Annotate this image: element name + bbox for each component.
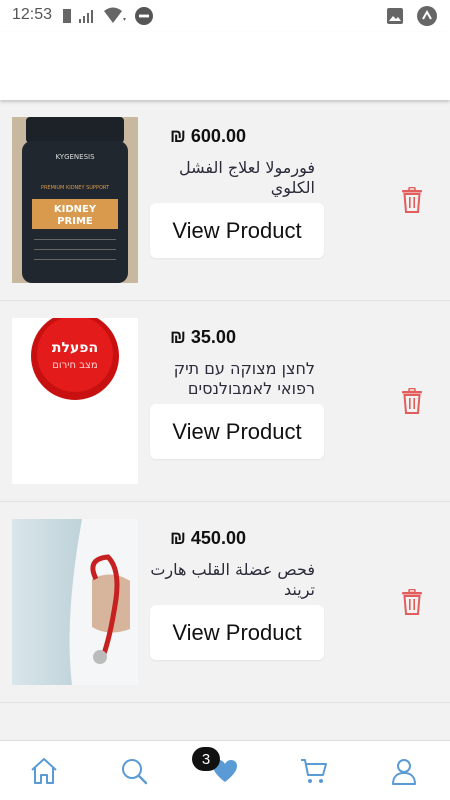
image-notification-icon (387, 8, 403, 24)
bottle-name-line1: KIDNEY (54, 204, 97, 215)
nav-home[interactable] (28, 755, 60, 787)
product-title: فورمولا لعلاج الفشل الكلوي (178, 158, 315, 197)
trash-icon[interactable] (401, 589, 423, 615)
product-image[interactable]: הפעלת מצב חירום (12, 318, 138, 484)
favorites-list[interactable]: KYGENESIS PREMIUM KIDNEY SUPPORT KIDNEY … (0, 100, 450, 740)
nav-search[interactable] (118, 755, 150, 787)
wifi-icon (104, 7, 126, 23)
do-not-disturb-icon (135, 7, 153, 25)
favorites-count-badge: 3 (192, 747, 220, 771)
nav-profile[interactable] (388, 755, 420, 787)
product-price: ₪ 600.00 (170, 126, 246, 146)
view-product-button[interactable]: View Product (150, 605, 324, 660)
search-icon (122, 759, 148, 785)
app-notification-icon (417, 6, 437, 26)
product-price: ₪ 450.00 (170, 528, 246, 548)
status-time: 12:53 (12, 6, 53, 23)
nav-cart[interactable] (298, 755, 330, 787)
trash-icon[interactable] (401, 388, 423, 414)
product-title: לחצן מצוקה עם תיק רפואי לאמבולנסים (173, 359, 315, 398)
home-icon (31, 758, 57, 784)
status-bar: 12:53 (0, 0, 450, 32)
product-card: הפעלת מצב חירום ₪ 35.00 לחצן מצוקה עם תי… (0, 301, 450, 502)
bottle-brand: KYGENESIS (55, 153, 95, 161)
product-card: ₪ 450.00 فحص عضلة القلب هارت تريند View … (0, 502, 450, 703)
product-title: فحص عضلة القلب هارت تريند (150, 560, 315, 599)
product-card: KYGENESIS PREMIUM KIDNEY SUPPORT KIDNEY … (0, 100, 450, 301)
trash-icon[interactable] (401, 187, 423, 213)
button-image-line1: הפעלת (52, 340, 98, 356)
view-product-button[interactable]: View Product (150, 404, 324, 459)
app-header (0, 32, 450, 100)
product-price: ₪ 35.00 (170, 327, 236, 347)
product-image[interactable]: KYGENESIS PREMIUM KIDNEY SUPPORT KIDNEY … (12, 117, 138, 283)
view-product-button[interactable]: View Product (150, 203, 324, 258)
cart-icon (301, 759, 327, 783)
profile-icon (392, 759, 416, 785)
bottle-tagline: PREMIUM KIDNEY SUPPORT (41, 185, 110, 191)
sim-card-icon (63, 9, 71, 23)
button-image-line2: מצב חירום (52, 360, 97, 371)
product-image[interactable] (12, 519, 138, 685)
bottom-nav: 3 (0, 740, 450, 800)
signal-icon (79, 10, 93, 23)
bottle-name-line2: PRIME (57, 216, 93, 227)
